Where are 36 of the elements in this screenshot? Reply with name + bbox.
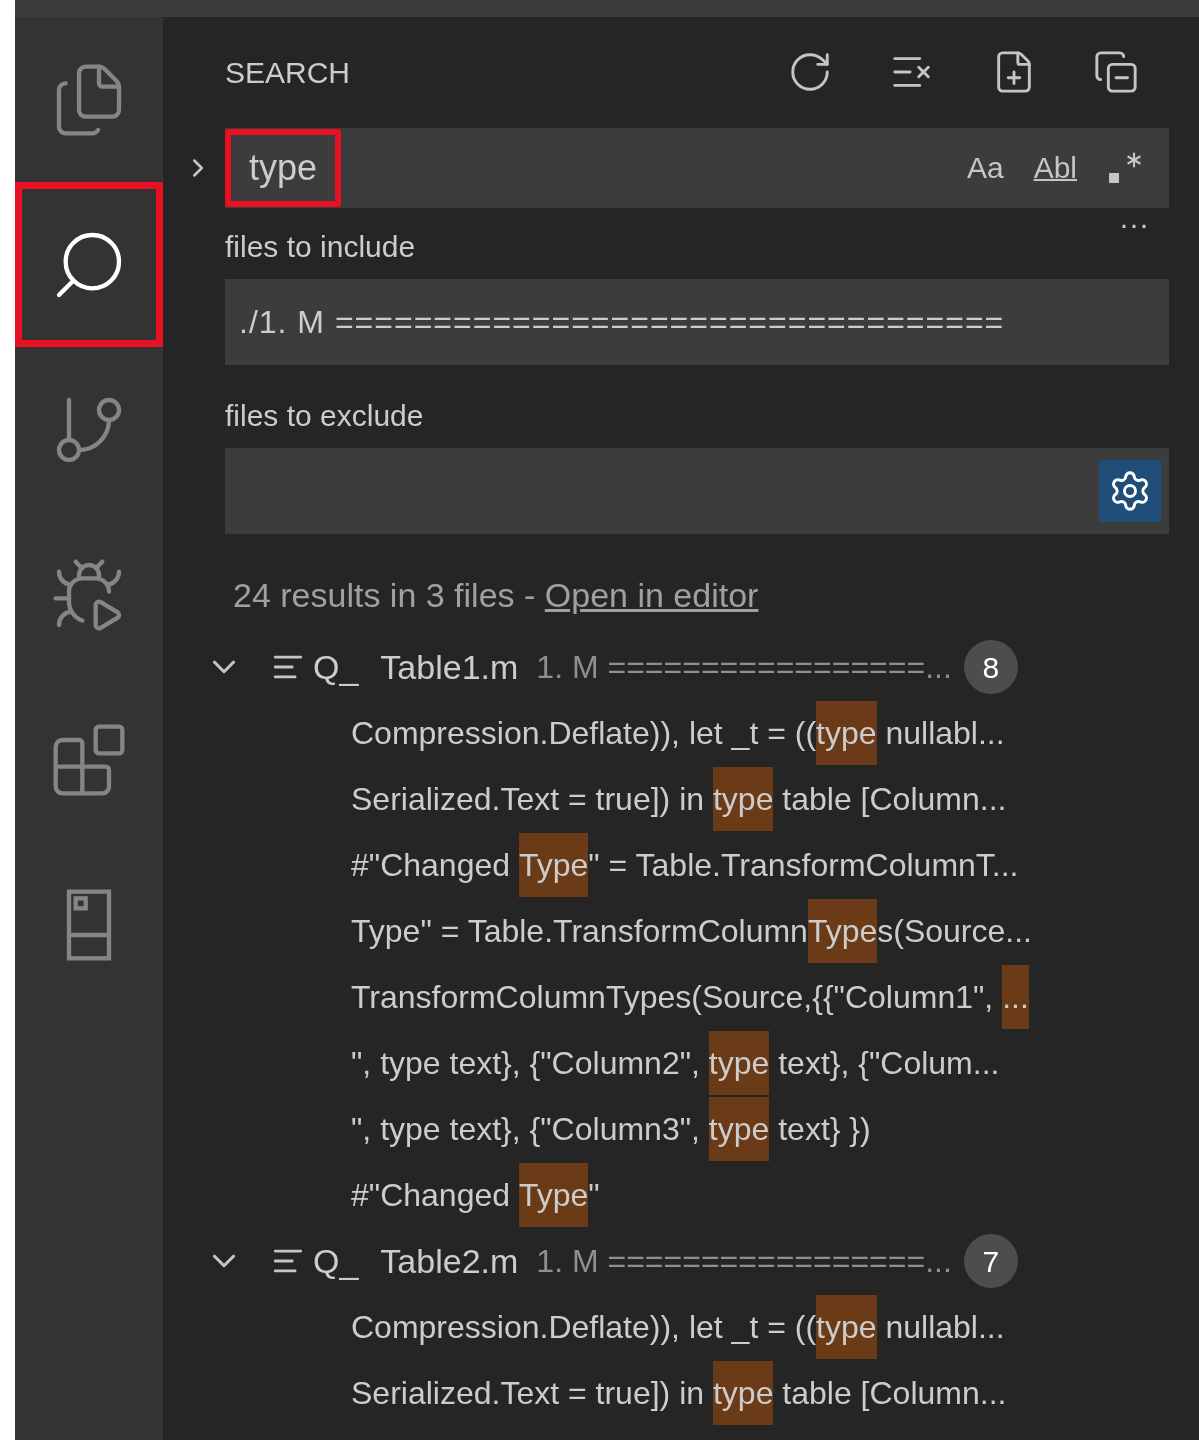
exclude-field[interactable]: [225, 448, 1169, 534]
match-line[interactable]: ", type text}, {"Column3", type text} }): [163, 1096, 1199, 1162]
search-field[interactable]: type Aa Abl: [225, 128, 1169, 208]
collapse-all-icon[interactable]: [1093, 49, 1139, 95]
exclude-label: files to exclude: [225, 399, 424, 432]
results-summary: 24 results in 3 files -: [233, 574, 537, 616]
file-result-row[interactable]: Q_ Table2.m 1. M =================... 7: [163, 1228, 1199, 1294]
include-value: ./1. M ==================================: [239, 303, 1005, 342]
include-label: files to include: [225, 229, 416, 265]
match-line[interactable]: ", type text}, {"Column2", type text}, {"Colum...: [163, 1030, 1199, 1096]
file-name: Table1.m: [380, 646, 519, 688]
match-count: 8: [963, 640, 1018, 694]
match-toggle[interactable]: Abl: [1029, 153, 1081, 183]
file-result-row[interactable]: Q_ Table1.m 1. M =================... 8: [163, 634, 1199, 700]
more-button[interactable]: ···: [1119, 209, 1149, 239]
file-prefix: Q_: [313, 1240, 359, 1282]
file-path: 1. M =================...: [536, 648, 952, 687]
match-line[interactable]: Type" = Table.TransformColumnTypes(Source...: [163, 898, 1199, 964]
match-line[interactable]: TransformColumnTypes(Source,{{"Column1", ...: [163, 964, 1199, 1030]
file-name: Table2.m: [380, 1240, 519, 1282]
match-line[interactable]: Serialized.Text = true]) in type table [Column...: [163, 766, 1199, 832]
match-count: 7: [963, 1234, 1018, 1288]
match-line[interactable]: Compression.Deflate)), let _t = ((type nullabl...: [163, 700, 1199, 766]
sidebar-title: SEARCH: [225, 54, 352, 91]
include-field[interactable]: ./1. M ==================================: [225, 279, 1169, 365]
match-line[interactable]: Serialized.Text = true]) in type table [Column...: [163, 1360, 1199, 1426]
activity-item[interactable]: [15, 182, 163, 347]
match-line[interactable]: #"Changed Type" = Table.TransformColumnT...: [163, 832, 1199, 898]
match-line[interactable]: Compression.Deflate)), let _t = ((type nullabl...: [163, 1294, 1199, 1360]
open-in-editor-link[interactable]: Open in editor: [544, 569, 759, 621]
match-line[interactable]: #"Changed Type": [163, 1162, 1199, 1228]
match-toggle[interactable]: Aa: [962, 153, 1008, 183]
exclude-settings-button[interactable]: [1099, 460, 1161, 522]
search-query: type: [225, 129, 342, 207]
file-path: 1. M =================...: [536, 1242, 952, 1281]
file-prefix: Q_: [313, 646, 359, 688]
